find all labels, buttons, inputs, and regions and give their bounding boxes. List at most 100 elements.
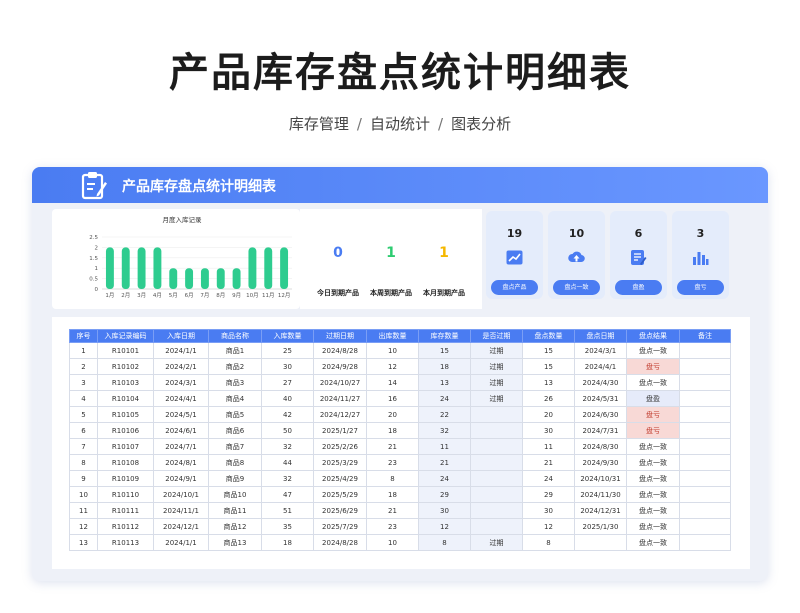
table-cell: 32: [261, 438, 314, 455]
subtitle-item: 库存管理: [288, 115, 349, 133]
table-cell: 2024/10/27: [313, 374, 367, 391]
column-header: 出库数量: [366, 329, 419, 343]
column-header: 盘点日期: [574, 329, 627, 343]
table-cell: 商品8: [208, 454, 262, 471]
table-cell: 过期: [470, 342, 523, 359]
inventory-table-panel: 序号 入库记录编码 入库日期 商品名称 入库数量 过期日期 出库数量 库存数量 是否过期 盘点数量…: [52, 317, 750, 569]
table-cell: 12: [366, 358, 419, 375]
inventory-count-button[interactable]: 盘点产品: [491, 280, 538, 295]
table-cell: 2025/2/26: [313, 438, 367, 455]
table-cell: 商品12: [208, 518, 262, 535]
column-header: 入库数量: [261, 329, 314, 343]
column-header: 盘点结果: [626, 329, 680, 343]
table-row: 13 R10113 2024/1/1 商品13 18 2024/8/28 10 8 过期 8 盘点一…: [69, 534, 731, 551]
table-cell: 30: [522, 422, 575, 439]
kpi-value: 0: [333, 245, 343, 261]
table-cell: 盘点一致: [626, 438, 680, 455]
table-cell: 2024/9/1: [153, 470, 209, 487]
subtitle-separator: /: [356, 115, 362, 133]
table-cell: 47: [261, 486, 314, 503]
surplus-button[interactable]: 盘盈: [615, 280, 662, 295]
table-cell: [679, 454, 731, 471]
table-cell: 21: [418, 454, 471, 471]
table-cell: 盘盈: [626, 390, 680, 407]
table-cell: 2024/5/31: [574, 390, 627, 407]
kpi-value: 1: [386, 245, 396, 261]
table-cell: [470, 454, 523, 471]
table-cell: 50: [261, 422, 314, 439]
table-cell: R10104: [97, 390, 154, 407]
table-cell: 盘亏: [626, 406, 680, 423]
table-cell: 18: [418, 358, 471, 375]
table-cell: 2024/2/1: [153, 358, 209, 375]
kpi-month-expiring: 1 本月到期产品: [414, 209, 474, 309]
table-cell: [679, 342, 731, 359]
table-cell: 21: [366, 438, 419, 455]
table-cell: 21: [366, 502, 419, 519]
table-cell: [470, 518, 523, 535]
count-match-button[interactable]: 盘点一致: [553, 280, 600, 295]
table-cell: [470, 406, 523, 423]
table-cell: 24: [418, 390, 471, 407]
table-cell: 2024/7/1: [153, 438, 209, 455]
table-cell: 过期: [470, 534, 523, 551]
kpi-label: 本周到期产品: [370, 289, 412, 297]
card-shortage: 3 盘亏: [672, 211, 729, 299]
table-cell: 26: [522, 390, 575, 407]
table-cell: 2025/3/29: [313, 454, 367, 471]
table-cell: 商品10: [208, 486, 262, 503]
table-cell: 2024/7/31: [574, 422, 627, 439]
table-cell: 44: [261, 454, 314, 471]
x-tick-label: 4月: [153, 292, 162, 299]
x-tick-label: 3月: [137, 292, 146, 299]
table-cell: 13: [418, 374, 471, 391]
card-value: 19: [506, 227, 523, 240]
column-header: 入库记录编码: [97, 329, 154, 343]
dashboard-title: 产品库存盘点统计明细表: [122, 179, 276, 195]
table-cell: [679, 438, 731, 455]
table-cell: 22: [418, 406, 471, 423]
table-cell: 8: [418, 534, 471, 551]
table-cell: 12: [69, 518, 98, 535]
table-cell: 商品7: [208, 438, 262, 455]
table-cell: 2024/11/30: [574, 486, 627, 503]
table-cell: 12: [522, 518, 575, 535]
y-tick-label: 2: [95, 245, 99, 251]
table-cell: 2024/4/30: [574, 374, 627, 391]
upload-cloud-icon: [568, 251, 585, 263]
table-row: 4 R10104 2024/4/1 商品4 40 2024/11/27 16 24 过期 26 20…: [69, 390, 731, 407]
table-cell: 30: [261, 358, 314, 375]
table-cell: 8: [366, 470, 419, 487]
table-row: 5 R10105 2024/5/1 商品5 42 2024/12/27 20 22 20 2024…: [69, 406, 731, 423]
chart-bar: [185, 268, 194, 289]
table-cell: 30: [522, 502, 575, 519]
table-row: 12 R10112 2024/12/1 商品12 35 2025/7/29 23 12 12 20…: [69, 518, 731, 535]
table-cell: R10111: [97, 502, 154, 519]
subtitle-item: 图表分析: [451, 115, 512, 133]
table-cell: 32: [418, 422, 471, 439]
x-tick-label: 11月: [262, 292, 275, 299]
table-cell: 2024/4/1: [153, 390, 209, 407]
y-tick-label: 2.5: [89, 235, 98, 241]
shortage-button[interactable]: 盘亏: [677, 280, 724, 295]
table-cell: [470, 470, 523, 487]
table-cell: 2024/6/1: [153, 422, 209, 439]
table-cell: 盘点一致: [626, 534, 680, 551]
table-cell: [679, 406, 731, 423]
table-cell: 过期: [470, 374, 523, 391]
table-cell: R10112: [97, 518, 154, 535]
table-cell: 盘点一致: [626, 502, 680, 519]
table-cell: 29: [418, 486, 471, 503]
table-cell: 32: [261, 470, 314, 487]
table-cell: [679, 534, 731, 551]
table-cell: 16: [366, 390, 419, 407]
table-cell: 过期: [470, 390, 523, 407]
table-cell: 51: [261, 502, 314, 519]
table-cell: 2024/8/28: [313, 534, 367, 551]
table-cell: 2024/12/27: [313, 406, 367, 423]
table-cell: 商品11: [208, 502, 262, 519]
table-row: 9 R10109 2024/9/1 商品9 32 2025/4/29 8 24 24 2024/1…: [69, 470, 731, 487]
table-cell: 20: [522, 406, 575, 423]
table-cell: [470, 438, 523, 455]
table-cell: R10101: [97, 342, 154, 359]
